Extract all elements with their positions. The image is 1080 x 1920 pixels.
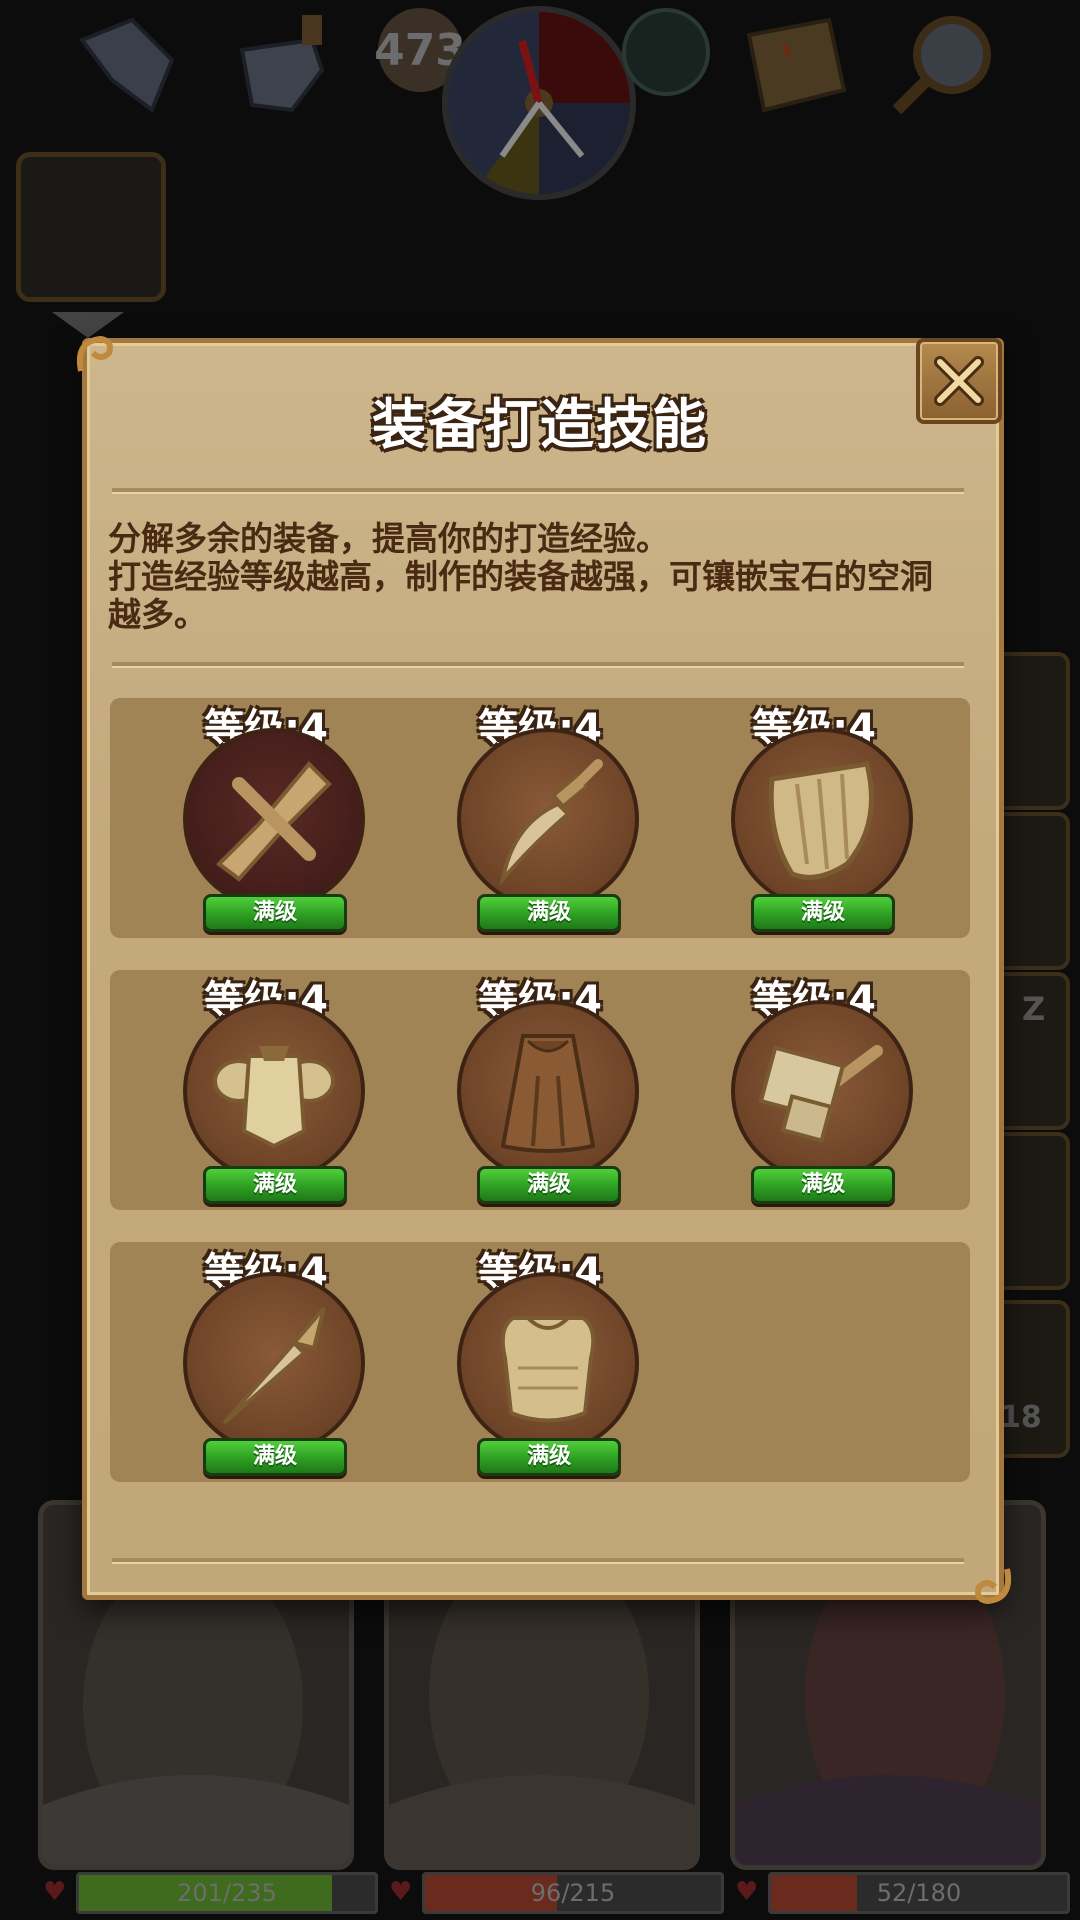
description-line: 打造经验等级越高，制作的装备越强，可镶嵌宝石的空洞 <box>108 557 933 596</box>
max-level-badge: 满级 <box>203 894 347 932</box>
hp-value: 52/180 <box>876 1879 962 1907</box>
max-level-badge: 满级 <box>477 894 621 932</box>
skill-slot <box>731 1000 913 1182</box>
skill-slot <box>457 1000 639 1182</box>
dinosaur-badge-icon[interactable] <box>622 8 710 96</box>
cloak-icon <box>500 1034 596 1153</box>
skill-slot <box>183 1000 365 1182</box>
hammer-icon <box>758 1045 883 1144</box>
corner-ornament <box>77 335 113 372</box>
divider <box>112 482 964 498</box>
skill-plate-armor[interactable]: 等级:4 满级 <box>166 966 366 1216</box>
max-level-badge: 满级 <box>751 894 895 932</box>
map-icon[interactable] <box>734 10 854 120</box>
skill-crossbow[interactable]: 等级:4 满级 <box>166 694 366 944</box>
skill-dagger[interactable]: 等级:4 满级 <box>440 694 640 944</box>
sleep-indicator: Z <box>1022 990 1046 1028</box>
corner-ornament <box>975 1568 1011 1605</box>
top-toolbar: 473 <box>0 0 1080 200</box>
max-level-badge: 满级 <box>203 1438 347 1476</box>
divider <box>112 656 964 672</box>
skill-chest-armor[interactable]: 等级:4 满级 <box>440 1238 640 1488</box>
magnifier-icon[interactable] <box>882 10 1002 120</box>
spear-tip-icon <box>222 1306 326 1425</box>
side-count: 18 <box>1000 1400 1042 1435</box>
description-line: 越多。 <box>108 595 207 634</box>
heart-icon: ♥ <box>389 1877 413 1907</box>
hp-value: 201/235 <box>177 1879 277 1907</box>
heart-icon: ♥ <box>735 1877 759 1907</box>
max-level-badge: 满级 <box>477 1438 621 1476</box>
dagger-icon <box>499 759 603 886</box>
chest-armor-icon <box>500 1316 596 1423</box>
skill-slot <box>183 1272 365 1454</box>
anvil-icon[interactable] <box>222 10 342 120</box>
skill-slot <box>457 1272 639 1454</box>
heart-icon: ♥ <box>43 1877 67 1907</box>
max-level-badge: 满级 <box>477 1166 621 1204</box>
compass-icon[interactable] <box>442 6 636 200</box>
skill-hammer[interactable]: 等级:4 满级 <box>714 966 914 1216</box>
hero-hp-bar: ♥ 52/180 <box>735 1872 1070 1914</box>
hero-hp-bar: ♥ 96/215 <box>389 1872 724 1914</box>
skill-slot <box>183 728 365 910</box>
max-level-badge: 满级 <box>751 1166 895 1204</box>
hp-value: 96/215 <box>530 1879 616 1907</box>
equipped-weapon-slot[interactable] <box>16 152 166 302</box>
skill-shield[interactable]: 等级:4 满级 <box>714 694 914 944</box>
divider <box>112 1552 964 1568</box>
skill-slot <box>731 728 913 910</box>
description-line: 分解多余的装备，提高你的打造经验。 <box>108 519 669 558</box>
skill-cloak[interactable]: 等级:4 满级 <box>440 966 640 1216</box>
dialog-description: 分解多余的装备，提高你的打造经验。 打造经验等级越高，制作的装备越强，可镶嵌宝石… <box>108 520 978 634</box>
crossbow-icon <box>215 761 332 882</box>
skill-slot <box>457 728 639 910</box>
max-level-badge: 满级 <box>203 1166 347 1204</box>
hero-hp-bar: ♥ 201/235 <box>43 1872 378 1914</box>
crafting-tools-icon[interactable] <box>72 10 192 120</box>
plate-armor-icon <box>213 1046 335 1149</box>
shield-icon <box>768 761 874 880</box>
dialog-title: 装备打造技能 <box>372 393 708 456</box>
skill-spear[interactable]: 等级:4 满级 <box>166 1238 366 1488</box>
